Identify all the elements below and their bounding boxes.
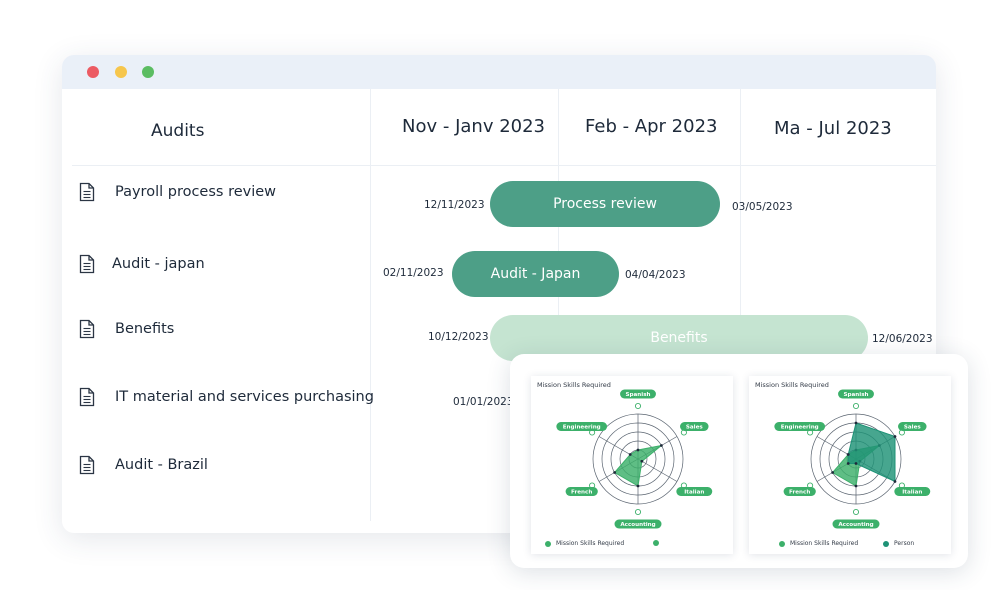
audit-row-label: Audit - Brazil (115, 457, 208, 473)
bar-end-date: 03/05/2023 (732, 201, 793, 213)
radar-point (831, 471, 835, 474)
legend-swatch (779, 540, 785, 547)
legend-item: Person (883, 540, 914, 547)
legend-swatch (545, 540, 551, 547)
axis-label: French (571, 490, 592, 496)
axis-label: Spanish (843, 392, 868, 398)
legend-item: Mission Skills Required (545, 540, 624, 547)
close-window-button[interactable] (87, 66, 99, 78)
gantt-bar-audit-japan[interactable]: Audit - Japan (452, 251, 619, 297)
radar-point (659, 444, 663, 447)
audit-row-label: IT material and services purchasing (115, 389, 374, 405)
column-divider (370, 89, 371, 521)
radar-point (846, 462, 850, 465)
header-divider (72, 165, 936, 166)
axis-label: Accounting (838, 522, 873, 528)
axis-label: Accounting (620, 522, 655, 528)
audit-row-it-purchasing[interactable]: IT material and services purchasing (79, 387, 374, 407)
radar-point (854, 484, 858, 488)
radar-panel-mission: Mission Skills Required Spanish Sales Ital… (531, 376, 733, 554)
radar-point (640, 459, 644, 463)
radar-point (893, 435, 897, 438)
axis-marker-icon (634, 508, 642, 516)
bar-end-date: 04/04/2023 (625, 269, 686, 281)
window-titlebar (62, 55, 936, 89)
legend-item (653, 540, 664, 546)
radar-point (854, 462, 858, 465)
bar-start-date: 02/11/2023 (383, 267, 444, 279)
legend-item: Mission Skills Required (779, 540, 858, 547)
period-header-ma-jul: Ma - Jul 2023 (774, 118, 892, 139)
axis-marker-icon (634, 402, 642, 410)
radar-point (636, 484, 640, 488)
document-icon (79, 387, 95, 407)
radar-point (628, 453, 632, 456)
audits-column-header: Audits (151, 121, 205, 141)
axis-label: Sales (686, 425, 704, 431)
document-icon (79, 319, 95, 339)
bar-end-date: 12/06/2023 (872, 333, 933, 345)
axis-label: Italian (684, 490, 704, 496)
axis-marker-icon (852, 402, 860, 410)
audit-row-label: Benefits (115, 321, 175, 337)
radar-chart: Spanish Sales Italian Accounting French Engin… (556, 389, 713, 529)
radar-point (854, 421, 858, 425)
document-icon (79, 182, 95, 202)
axis-label: Spanish (625, 392, 650, 398)
axis-label: French (789, 490, 810, 496)
radar-point (636, 448, 640, 452)
minimize-window-button[interactable] (115, 66, 127, 78)
audit-row-japan[interactable]: Audit - japan (79, 254, 205, 274)
radar-panel-person: Mission Skills Required Spanish Sales Ital… (749, 376, 951, 554)
audit-row-benefits[interactable]: Benefits (79, 319, 174, 339)
axis-label: Italian (902, 490, 922, 496)
document-icon (79, 254, 95, 274)
radar-point (893, 480, 897, 483)
axis-label: Sales (904, 425, 922, 431)
radar-chart: Spanish Sales Italian Accounting French Engin… (774, 389, 931, 529)
gantt-bar-process-review[interactable]: Process review (490, 181, 720, 227)
audit-row-label: Payroll process review (115, 184, 277, 200)
legend-swatch (653, 540, 659, 546)
legend-label: Mission Skills Required (790, 540, 859, 547)
bar-start-date: 01/01/2023 (453, 396, 514, 408)
legend-label: Person (894, 540, 915, 547)
period-header-nov-jan: Nov - Janv 2023 (402, 116, 545, 137)
legend-label: Mission Skills Required (556, 540, 625, 547)
audit-row-payroll[interactable]: Payroll process review (79, 182, 276, 202)
period-header-feb-apr: Feb - Apr 2023 (585, 116, 718, 137)
audit-row-label: Audit - japan (112, 256, 205, 272)
bar-start-date: 12/11/2023 (424, 199, 485, 211)
axis-label: Engineering (781, 425, 819, 431)
maximize-window-button[interactable] (142, 66, 154, 78)
radar-point (613, 471, 617, 474)
audit-row-brazil[interactable]: Audit - Brazil (79, 455, 208, 475)
axis-label: Engineering (563, 425, 601, 431)
legend-swatch (883, 540, 889, 547)
radar-point (846, 453, 850, 456)
bar-start-date: 10/12/2023 (428, 331, 489, 343)
skills-radar-card: Mission Skills Required Spanish Sales Ital… (510, 354, 968, 568)
document-icon (79, 455, 95, 475)
axis-marker-icon (852, 508, 860, 516)
